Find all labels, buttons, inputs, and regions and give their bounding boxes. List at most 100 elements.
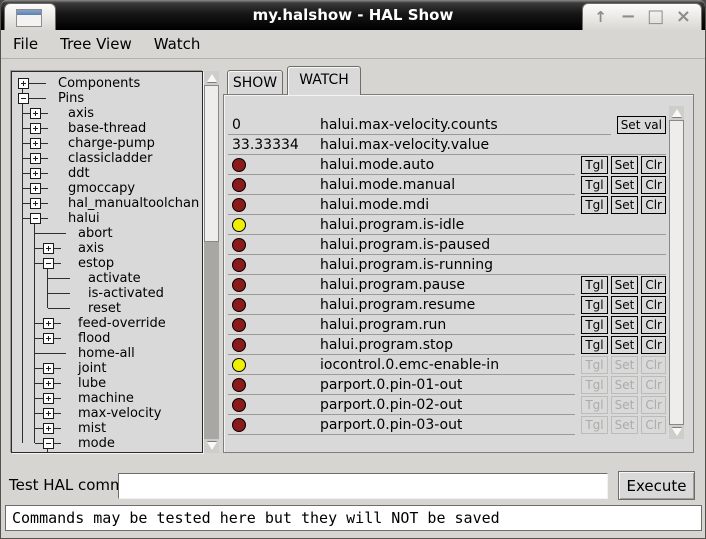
tree-item-ddt[interactable]: ddt [12,166,202,181]
tree-scrollbar[interactable] [204,71,219,453]
hal-command-input[interactable] [118,473,608,499]
expander-plus-icon[interactable] [43,393,54,404]
expander-plus-icon[interactable] [43,318,54,329]
expander-plus-icon[interactable] [30,108,41,119]
title-bar[interactable]: my.halshow - HAL Show ↑ − □ × [1,0,705,30]
tree-item-label[interactable]: abort [78,226,113,241]
clr-button[interactable]: Clr [641,336,666,354]
clr-button[interactable]: Clr [641,316,666,334]
tree-scrollbar-thumb[interactable] [204,85,219,242]
tree-scroll-down-icon[interactable] [204,439,219,453]
close-icon[interactable]: × [673,7,693,27]
tree-item-hal_manualtoolchan[interactable]: hal_manualtoolchan [12,196,202,211]
set-button[interactable]: Set [611,296,639,314]
tree-item-label[interactable]: hal_manualtoolchan [68,196,199,211]
minimize-icon[interactable]: − [618,7,638,27]
tgl-button[interactable]: Tgl [581,276,607,294]
tree-item-flood[interactable]: flood [12,331,202,346]
tree-item-Pins[interactable]: Pins [12,91,202,106]
tree-item-label[interactable]: charge-pump [68,136,155,151]
set-button[interactable]: Set [611,276,639,294]
expander-plus-icon[interactable] [43,333,54,344]
tree-scroll-up-icon[interactable] [204,71,219,85]
tree-item-feed-override[interactable]: feed-override [12,316,202,331]
tab-watch[interactable]: WATCH [287,66,361,95]
clr-button[interactable]: Clr [641,196,666,214]
tgl-button[interactable]: Tgl [581,176,607,194]
tree-item-lube[interactable]: lube [12,376,202,391]
execute-button[interactable]: Execute [618,471,695,500]
tgl-button[interactable]: Tgl [581,336,607,354]
expander-minus-icon[interactable] [43,258,54,269]
tree-item-activate[interactable]: activate [12,271,202,286]
set-button[interactable]: Set [611,196,639,214]
watch-scrollbar[interactable] [669,106,684,439]
clr-button[interactable]: Clr [641,176,666,194]
set-button[interactable]: Set [611,316,639,334]
tree-item-label[interactable]: home-all [78,346,135,361]
expander-plus-icon[interactable] [30,168,41,179]
expander-plus-icon[interactable] [43,243,54,254]
set-button[interactable]: Set [611,336,639,354]
tree-item-halui[interactable]: halui [12,211,202,226]
tree-item-is-activated[interactable]: is-activated [12,286,202,301]
expander-plus-icon[interactable] [30,198,41,209]
tree-item-label[interactable]: machine [78,391,134,406]
tree-item-label[interactable]: estop [78,256,114,271]
expander-plus-icon[interactable] [30,123,41,134]
expander-plus-icon[interactable] [30,138,41,149]
expander-minus-icon[interactable] [43,438,54,449]
watch-scroll-down-icon[interactable] [669,425,684,439]
watch-scroll-up-icon[interactable] [669,106,684,120]
expander-plus-icon[interactable] [43,363,54,374]
tree-item-base-thread[interactable]: base-thread [12,121,202,136]
tree-item-label[interactable]: joint [78,361,107,376]
tree-item-charge-pump[interactable]: charge-pump [12,136,202,151]
watch-scrollbar-thumb[interactable] [669,120,684,425]
tree-item-label[interactable]: activate [88,271,141,286]
tgl-button[interactable]: Tgl [581,316,607,334]
tab-show[interactable]: SHOW [227,70,283,94]
shade-icon[interactable]: ↑ [591,7,611,27]
tree-item-max-velocity[interactable]: max-velocity [12,406,202,421]
maximize-icon[interactable]: □ [646,7,666,27]
tgl-button[interactable]: Tgl [581,196,607,214]
tree-item-label[interactable]: halui [68,211,100,226]
tree-item-label[interactable]: lube [78,376,106,391]
tree-item-label[interactable]: Pins [58,91,84,106]
tree-item-estop[interactable]: estop [12,256,202,271]
tree-item-label[interactable]: Components [58,76,140,91]
hal-tree[interactable]: ComponentsPinsaxisbase-threadcharge-pump… [11,71,203,453]
tree-item-label[interactable]: feed-override [78,316,166,331]
tree-item-mist[interactable]: mist [12,421,202,436]
tree-item-label[interactable]: mode [78,436,115,451]
tgl-button[interactable]: Tgl [581,296,607,314]
expander-minus-icon[interactable] [30,213,41,224]
tree-item-classicladder[interactable]: classicladder [12,151,202,166]
tree-item-label[interactable]: max-velocity [78,406,161,421]
tree-item-label[interactable]: gmoccapy [68,181,135,196]
set-button[interactable]: Set [611,176,639,194]
expander-plus-icon[interactable] [30,153,41,164]
tree-item-axis[interactable]: axis [12,106,202,121]
tree-item-home-all[interactable]: home-all [12,346,202,361]
tree-item-label[interactable]: reset [88,301,121,316]
tree-item-label[interactable]: flood [78,331,110,346]
clr-button[interactable]: Clr [641,156,666,174]
tree-item-axis[interactable]: axis [12,241,202,256]
clr-button[interactable]: Clr [641,296,666,314]
tree-item-gmoccapy[interactable]: gmoccapy [12,181,202,196]
tree-item-joint[interactable]: joint [12,361,202,376]
setval-button[interactable]: Set val [617,116,666,134]
tree-item-mode[interactable]: mode [12,436,202,451]
set-button[interactable]: Set [611,156,639,174]
tgl-button[interactable]: Tgl [581,156,607,174]
expander-plus-icon[interactable] [43,378,54,389]
tree-item-Components[interactable]: Components [12,76,202,91]
clr-button[interactable]: Clr [641,276,666,294]
tree-item-label[interactable]: ddt [68,166,90,181]
tree-item-machine[interactable]: machine [12,391,202,406]
tree-item-label[interactable]: axis [68,106,94,121]
tree-item-label[interactable]: classicladder [68,151,152,166]
expander-plus-icon[interactable] [30,183,41,194]
